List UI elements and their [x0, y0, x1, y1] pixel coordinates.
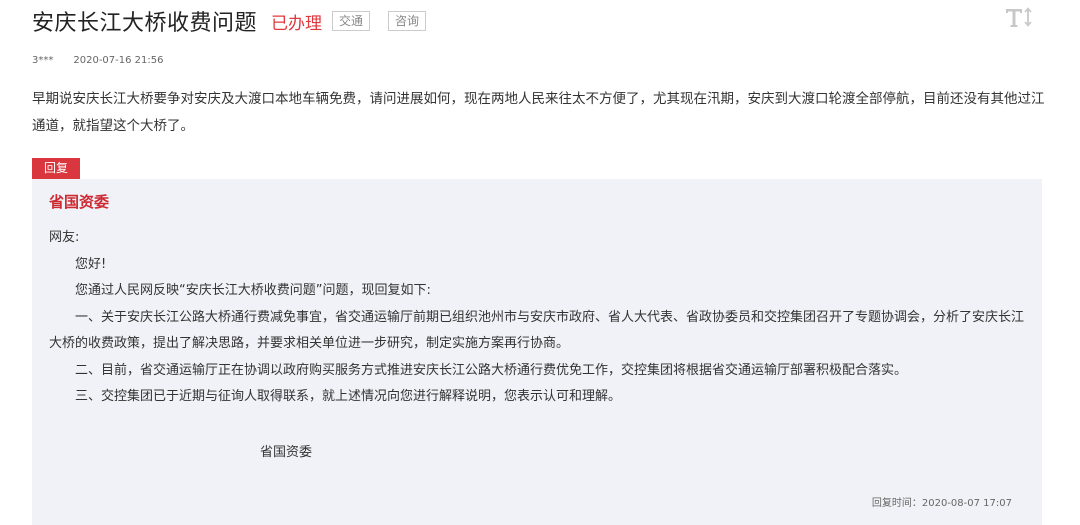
- reply-paragraph: 二、目前，省交通运输厅正在协调以政府购买服务方式推进安庆长江公路大桥通行费优免工…: [75, 362, 908, 378]
- reply-paragraph: 三、交控集团已于近期与征询人取得联系，就上述情况向您进行解释说明，您表示认可和理…: [75, 389, 622, 404]
- responder-name: 省国资委: [49, 193, 110, 211]
- question-text: 早期说安庆长江大桥要争对安庆及大渡口本地车辆免费，请问进展如何，现在两地人民来往…: [32, 91, 1045, 134]
- reply-paragraph: 您通过人民网反映“安庆长江大桥收费问题”问题，现回复如下:: [75, 283, 431, 298]
- reply-paragraph: 一、关于安庆长江公路大桥通行费减免事宜，省交通运输厅前期已组织池州市与安庆市政府…: [49, 309, 1025, 352]
- reply-greeting: 网友:: [49, 230, 80, 245]
- reply-panel: 省国资委 网友: 您好! 您通过人民网反映“安庆长江大桥收费问题”问题，现回复如…: [32, 179, 1042, 525]
- reply-tab: 回复: [32, 158, 80, 179]
- status-badge: 已办理: [271, 13, 323, 34]
- page-title: 安庆长江大桥收费问题: [32, 11, 258, 36]
- question-meta: 3*** 2020-07-16 21:56: [32, 55, 164, 66]
- category-tag-traffic[interactable]: 交通: [332, 11, 371, 31]
- page-header: 安庆长江大桥收费问题 已办理 交通 咨询: [32, 6, 427, 36]
- question-datetime: 2020-07-16 21:56: [73, 55, 164, 66]
- reply-signature: 省国资委: [260, 445, 313, 460]
- reply-timestamp: 回复时间：2020-08-07 17:07: [871, 498, 1012, 509]
- asker-name: 3***: [32, 55, 54, 66]
- reply-body: 网友: 您好! 您通过人民网反映“安庆长江大桥收费问题”问题，现回复如下: 一、…: [49, 225, 1024, 411]
- font-size-icon[interactable]: [1004, 6, 1034, 28]
- category-tag-inquiry[interactable]: 咨询: [388, 11, 427, 31]
- reply-paragraph: 您好!: [75, 256, 107, 272]
